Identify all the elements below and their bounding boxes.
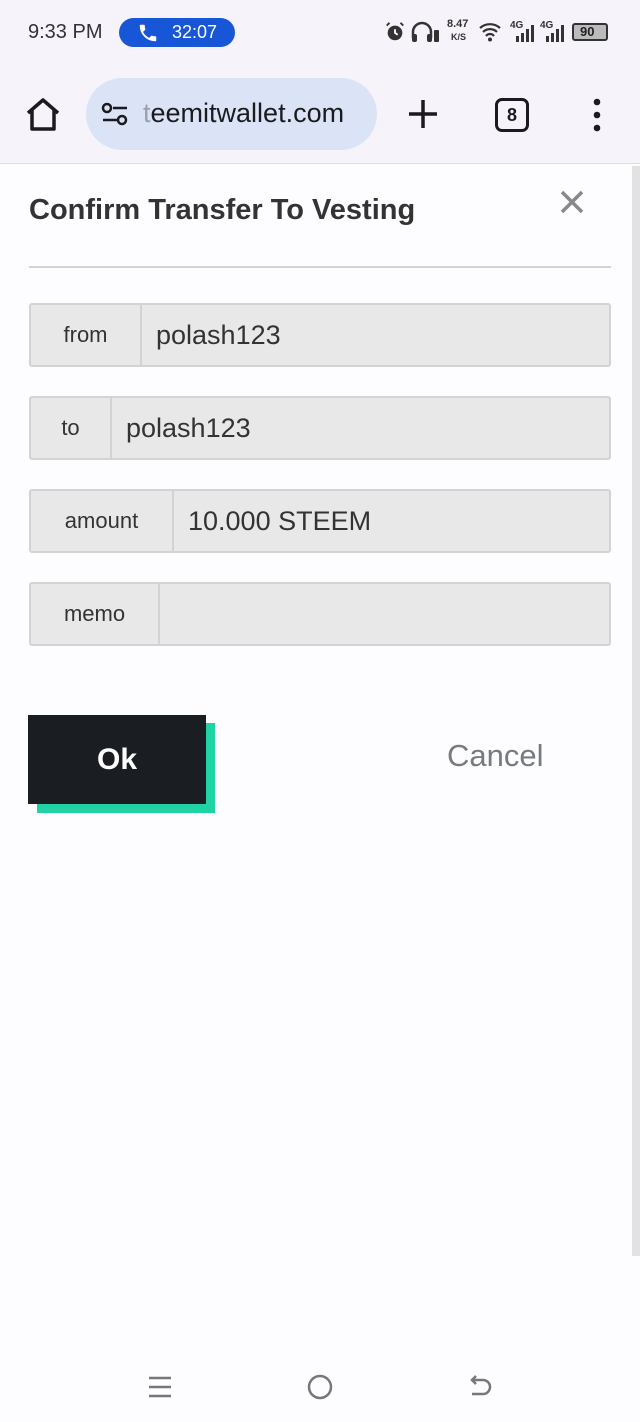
from-field: from polash123: [29, 303, 611, 367]
status-time: 9:33 PM: [28, 21, 103, 43]
battery-icon: 90: [572, 23, 608, 41]
amount-label: amount: [31, 491, 174, 551]
system-nav-bar: [0, 1352, 640, 1422]
memo-field: memo: [29, 582, 611, 646]
url-text[interactable]: teemitwallet.com: [143, 98, 373, 129]
address-bar[interactable]: teemitwallet.com: [86, 78, 377, 150]
home-icon[interactable]: [24, 96, 62, 132]
dialog-title: Confirm Transfer To Vesting: [29, 194, 416, 226]
url-domain: eemitwallet.com: [150, 98, 345, 128]
battery-level: 90: [580, 24, 595, 39]
status-icons: 8.47 K/S 4G 4G 90: [384, 18, 614, 48]
title-divider: [29, 266, 611, 268]
headphones-icon: [411, 21, 439, 42]
recent-apps-icon[interactable]: [147, 1374, 173, 1400]
to-label: to: [31, 398, 112, 458]
home-nav-icon[interactable]: [306, 1373, 334, 1401]
ok-button[interactable]: Ok: [28, 715, 206, 804]
tab-switcher-button[interactable]: 8: [495, 98, 529, 132]
wifi-icon: [479, 23, 501, 42]
signal-bars-icon: [516, 25, 534, 42]
new-tab-icon[interactable]: [406, 97, 440, 131]
from-label: from: [31, 305, 142, 365]
call-duration: 32:07: [172, 22, 218, 42]
net-speed-unit: K/S: [451, 32, 467, 42]
signal-bars-icon: [546, 25, 564, 42]
more-options-icon[interactable]: [588, 96, 606, 134]
alarm-icon: [386, 22, 404, 41]
memo-label: memo: [31, 584, 160, 644]
page-scrollbar[interactable]: [632, 166, 640, 1256]
to-value: polash123: [126, 412, 251, 443]
net-speed-value: 8.47: [447, 18, 469, 30]
ongoing-call-pill[interactable]: 32:07: [119, 18, 235, 47]
from-value: polash123: [156, 319, 281, 350]
site-settings-icon[interactable]: [100, 102, 130, 126]
browser-toolbar: teemitwallet.com 8: [0, 66, 640, 164]
back-icon[interactable]: [466, 1373, 494, 1401]
amount-field: amount 10.000 STEEM: [29, 489, 611, 553]
phone-icon: [139, 24, 157, 42]
amount-value: 10.000 STEEM: [188, 505, 372, 536]
close-icon[interactable]: [558, 188, 586, 216]
to-field: to polash123: [29, 396, 611, 460]
cancel-button[interactable]: Cancel: [447, 738, 544, 774]
status-bar: 9:33 PM 32:07 8.47 K/S 4G 4G 90: [0, 0, 640, 66]
url-fade-prefix: t: [143, 98, 151, 128]
